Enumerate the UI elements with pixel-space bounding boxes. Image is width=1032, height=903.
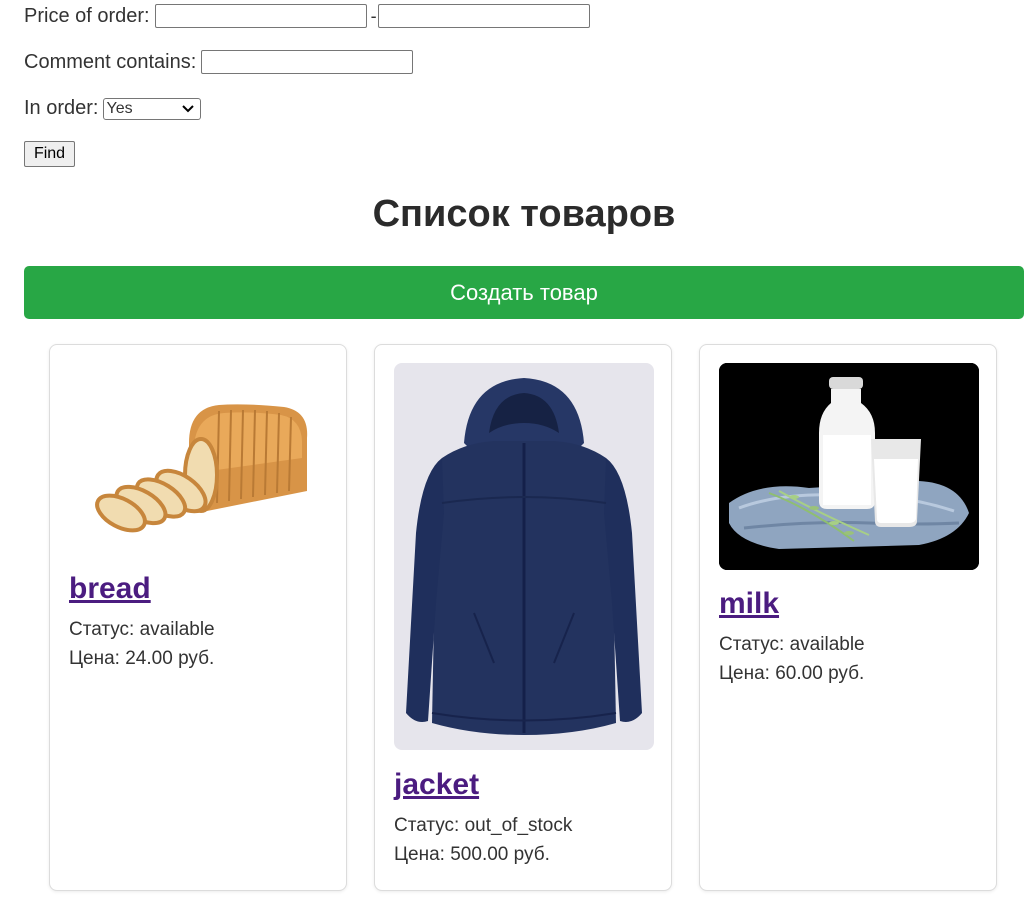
product-card-jacket: jacket Статус: out_of_stock Цена: 500.00… bbox=[374, 344, 672, 891]
price-from-input[interactable] bbox=[154, 4, 367, 28]
price-separator: - bbox=[370, 5, 377, 26]
price-label: Price of order: bbox=[24, 4, 150, 27]
product-link-milk[interactable]: milk bbox=[719, 587, 779, 621]
comment-input[interactable] bbox=[201, 50, 414, 74]
product-status: Статус: available bbox=[69, 619, 215, 640]
product-price: Цена: 60.00 руб. bbox=[719, 663, 865, 684]
in-order-label: In order: bbox=[24, 97, 99, 119]
price-filter-row: Price of order: - bbox=[24, 4, 590, 28]
product-card-milk: milk Статус: available Цена: 60.00 руб. bbox=[699, 344, 997, 891]
product-status: Статус: available bbox=[719, 634, 865, 655]
product-image-jacket[interactable] bbox=[394, 363, 654, 750]
in-order-filter-row: In order: Yes bbox=[24, 97, 202, 120]
find-button[interactable]: Find bbox=[24, 141, 75, 167]
product-price: Цена: 24.00 руб. bbox=[69, 648, 215, 669]
comment-label: Comment contains: bbox=[24, 50, 197, 73]
comment-filter-row: Comment contains: bbox=[24, 50, 414, 74]
page-title: Список товаров bbox=[372, 193, 676, 235]
product-card-bread: bread Статус: available Цена: 24.00 руб. bbox=[49, 344, 347, 891]
create-product-button[interactable]: Создать товар bbox=[24, 266, 1024, 319]
chevron-down-icon bbox=[182, 104, 195, 112]
product-link-jacket[interactable]: jacket bbox=[394, 768, 479, 802]
milk-image bbox=[719, 363, 979, 570]
jacket-image bbox=[406, 378, 642, 735]
in-order-select[interactable]: Yes bbox=[103, 97, 202, 120]
product-status: Статус: out_of_stock bbox=[394, 815, 573, 836]
bread-image bbox=[95, 404, 308, 533]
in-order-selected-value: Yes bbox=[106, 99, 133, 117]
product-link-bread[interactable]: bread bbox=[69, 572, 151, 606]
product-image-milk[interactable] bbox=[719, 363, 979, 570]
price-to-input[interactable] bbox=[377, 4, 590, 28]
product-image-bread[interactable] bbox=[69, 363, 329, 553]
product-price: Цена: 500.00 руб. bbox=[394, 844, 550, 865]
